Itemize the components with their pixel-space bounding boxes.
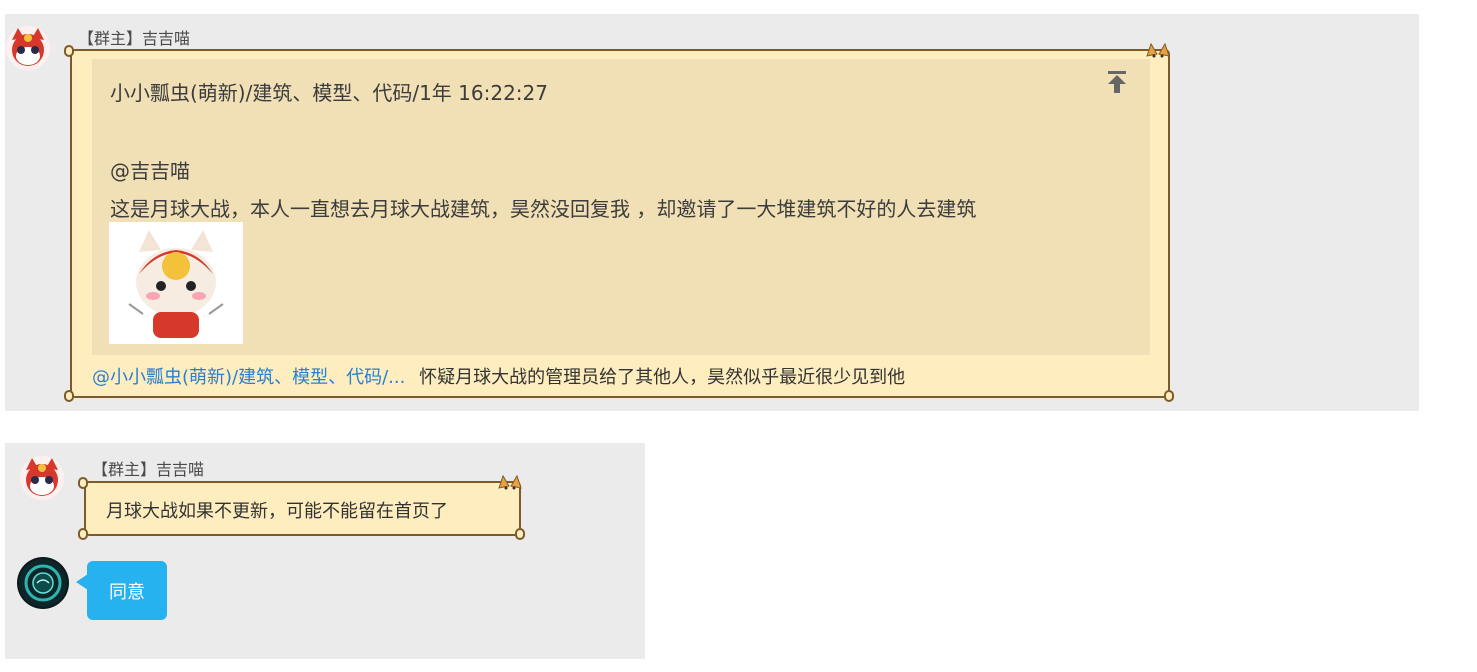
sender-name: 【群主】吉吉喵 — [78, 29, 191, 48]
scroll-top-icon[interactable] — [1108, 71, 1126, 93]
scroll-curl-bottom-left — [64, 390, 74, 402]
quote-mention[interactable]: @吉吉喵 — [110, 155, 190, 184]
message-bubble[interactable]: 月球大战如果不更新，可能不能留在首页了 — [84, 481, 521, 536]
scroll-curl-bottom-right — [1164, 390, 1174, 402]
avatar-dark-circle[interactable] — [17, 557, 69, 609]
message-text: 月球大战如果不更新，可能不能留在首页了 — [106, 501, 448, 522]
message-text: 同意 — [109, 581, 145, 603]
scroll-curl-top-left — [78, 477, 88, 489]
self-message-bubble[interactable]: 同意 — [87, 561, 167, 620]
reply-mention[interactable]: @小小瓢虫(萌新)/建筑、模型、代码/... — [92, 367, 405, 388]
quote-body: 这是月球大战，本人一直想去月球大战建筑，昊然没回复我 ，却邀请了一大堆建筑不好的… — [110, 197, 977, 221]
cat-ears-decoration — [495, 474, 525, 492]
reply-line: @小小瓢虫(萌新)/建筑、模型、代码/... 怀疑月球大战的管理员给了其他人，昊… — [92, 363, 905, 389]
message-bubble[interactable]: 小小瓢虫(萌新)/建筑、模型、代码/1年 16:22:27 @吉吉喵 这是月球大… — [70, 49, 1170, 398]
scroll-curl-bottom-right — [515, 528, 525, 540]
scroll-curl-top-left — [64, 45, 74, 57]
avatar-cat[interactable] — [20, 456, 64, 500]
quote-header: 小小瓢虫(萌新)/建筑、模型、代码/1年 16:22:27 — [110, 81, 548, 105]
scroll-curl-bottom-left — [78, 528, 88, 540]
quoted-message[interactable]: 小小瓢虫(萌新)/建筑、模型、代码/1年 16:22:27 @吉吉喵 这是月球大… — [92, 59, 1150, 355]
cat-mascot-sticker[interactable] — [109, 222, 243, 344]
sender-name: 【群主】吉吉喵 — [92, 460, 205, 479]
reply-text: 怀疑月球大战的管理员给了其他人，昊然似乎最近很少见到他 — [419, 367, 906, 388]
avatar-cat[interactable] — [6, 26, 50, 70]
cat-ears-decoration — [1143, 42, 1173, 60]
